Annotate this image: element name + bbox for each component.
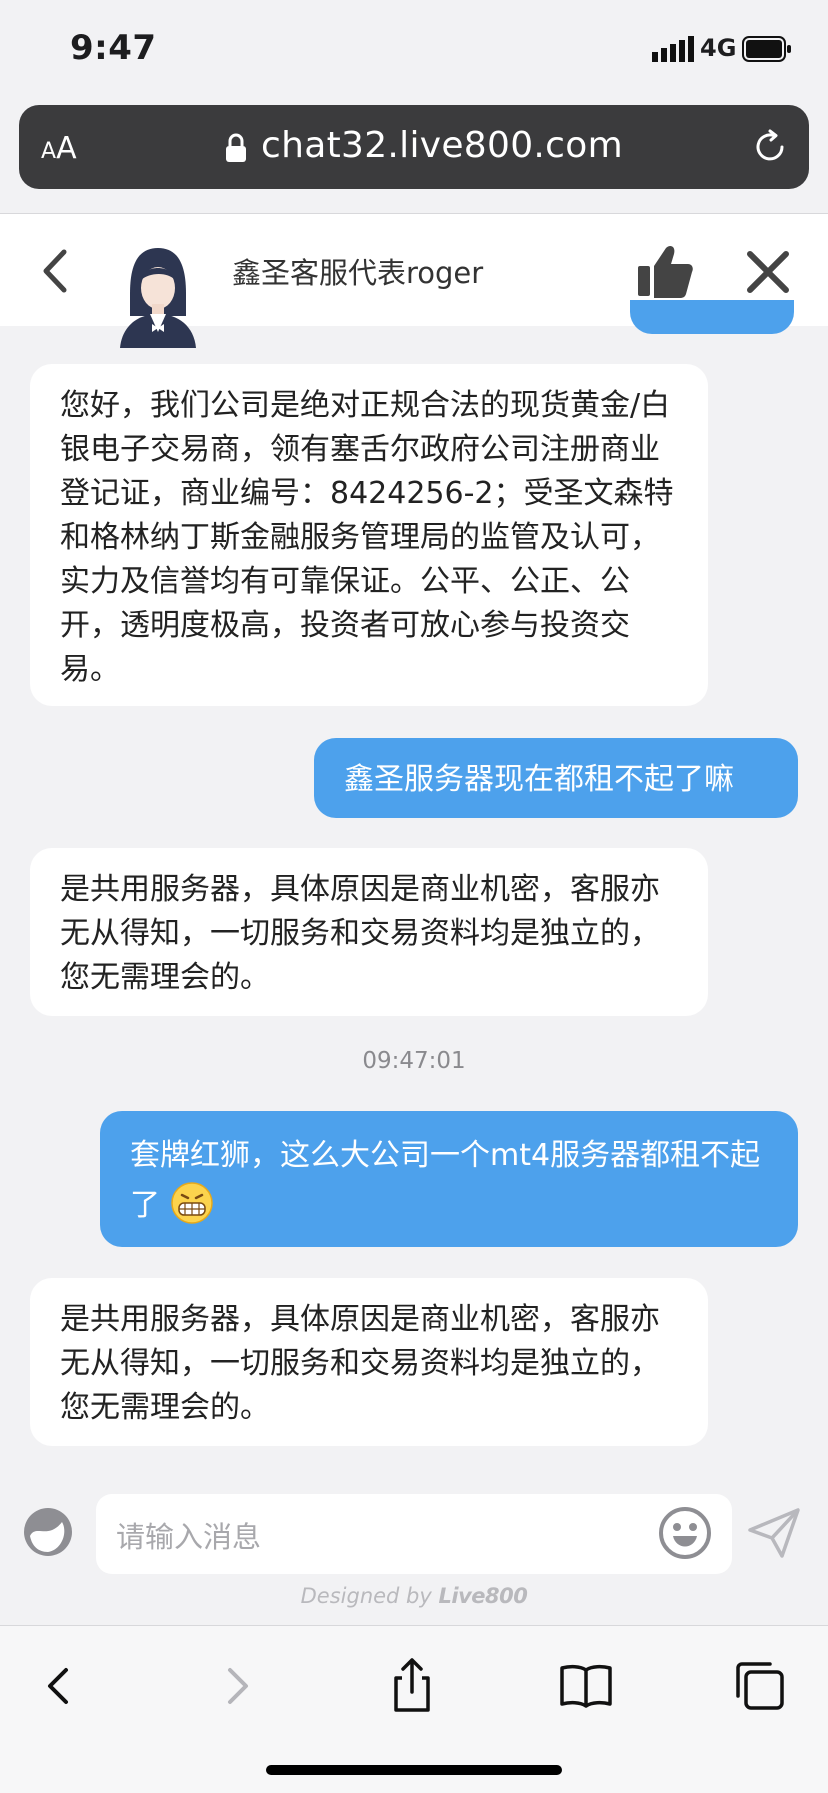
url-text[interactable]: chat32.live800.com	[261, 125, 623, 166]
lock-icon	[226, 133, 246, 162]
previous-message-bubble	[630, 300, 794, 334]
status-bar: 9:47 4G	[0, 0, 828, 100]
home-indicator	[266, 1765, 562, 1775]
browser-toolbar	[0, 1625, 828, 1793]
bookmarks-icon[interactable]	[556, 1656, 616, 1716]
network-label: 4G	[700, 34, 737, 62]
tabs-icon[interactable]	[730, 1656, 790, 1716]
agent-name: 鑫圣客服代表roger	[232, 256, 484, 290]
browser-forward-icon[interactable]	[206, 1656, 266, 1716]
user-message-text: 套牌红狮，这么大公司一个mt4服务器都租不起了	[130, 1138, 761, 1223]
reload-icon[interactable]	[752, 129, 788, 165]
reader-settings-button[interactable]: AA	[41, 131, 77, 166]
close-icon[interactable]	[744, 248, 792, 296]
designed-by-credit: Designed by Live800	[300, 1584, 528, 1608]
send-icon[interactable]	[748, 1508, 800, 1558]
agent-message: 是共用服务器，具体原因是商业机密，客服亦无从得知，一切服务和交易资料均是独立的，…	[30, 848, 708, 1016]
thumbs-up-icon[interactable]	[636, 242, 694, 300]
message-input-placeholder[interactable]: 请输入消息	[116, 1514, 261, 1556]
agent-message: 是共用服务器，具体原因是商业机密，客服亦无从得知，一切服务和交易资料均是独立的，…	[30, 1278, 708, 1446]
battery-icon	[742, 36, 791, 62]
message-timestamp: 09:47:01	[362, 1048, 466, 1074]
agent-avatar	[120, 248, 196, 348]
assist-icon[interactable]	[22, 1506, 74, 1558]
message-input-box[interactable]: 请输入消息	[96, 1494, 732, 1574]
address-bar[interactable]: AA chat32.live800.com	[19, 105, 809, 189]
grimace-emoji-icon	[170, 1182, 213, 1224]
share-icon[interactable]	[382, 1656, 442, 1716]
status-time: 9:47	[70, 28, 157, 68]
agent-message: 您好，我们公司是绝对正规合法的现货黄金/白银电子交易商，领有塞舌尔政府公司注册商…	[30, 364, 708, 706]
back-icon[interactable]	[36, 246, 76, 296]
signal-icon	[652, 36, 694, 62]
user-message: 鑫圣服务器现在都租不起了嘛	[314, 738, 798, 818]
user-message: 套牌红狮，这么大公司一个mt4服务器都租不起了	[100, 1111, 798, 1247]
browser-back-icon[interactable]	[30, 1656, 90, 1716]
emoji-icon[interactable]	[658, 1506, 712, 1560]
